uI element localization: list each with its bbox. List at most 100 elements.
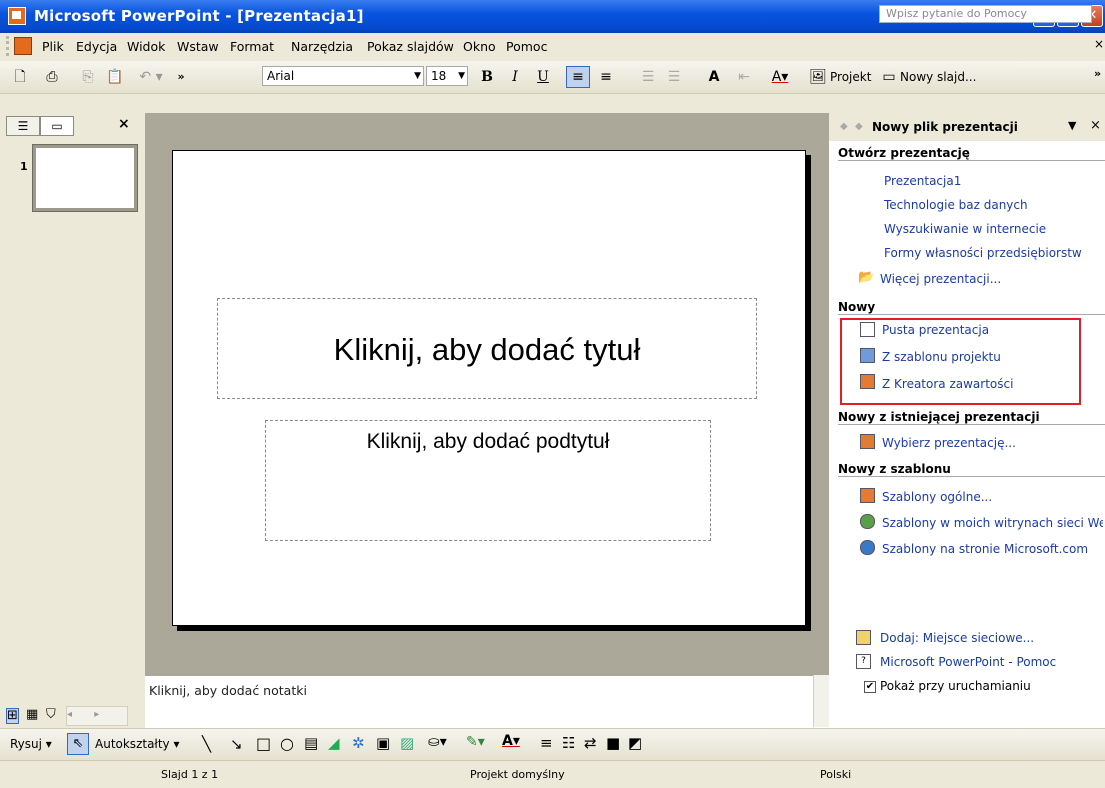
slideshow-view-icon[interactable]: ⛉ [46,708,56,722]
select-pointer-icon[interactable]: ⇖ [67,733,89,755]
normal-view-icon[interactable]: ⊞ [6,708,19,724]
recent-file-link[interactable]: Technologie baz danych [884,198,1028,212]
window-title: Microsoft PowerPoint - [Prezentacja1] [34,7,364,25]
task-pane-title[interactable]: Nowy plik prezentacji [872,120,1018,134]
menu-insert[interactable]: Wstaw [177,39,219,54]
picture-icon[interactable]: ▨ [400,734,414,752]
from-existing-section-heading: Nowy z istniejącej prezentacji [838,410,1105,425]
line-style-icon[interactable]: ≡ [540,734,553,752]
show-at-startup-checkbox[interactable]: ✔ [864,681,876,693]
slide-thumbnail[interactable] [32,144,138,212]
align-center-icon[interactable]: ≡ [596,67,616,87]
italic-button[interactable]: I [506,67,524,87]
help-search-input[interactable]: Wpisz pytanie do Pomocy [879,5,1092,23]
numbering-icon[interactable]: ☰ [638,67,658,87]
task-pane-close-icon[interactable]: × [1090,118,1101,133]
menu-bar [0,33,1105,62]
paste-icon[interactable]: 📋 [105,67,125,87]
choose-presentation-icon [860,434,875,449]
bold-button[interactable]: B [478,67,496,87]
arrow-icon[interactable]: ↘ [230,735,243,753]
dash-style-icon[interactable]: ☷ [562,734,575,752]
design-button[interactable]: Projekt [830,70,871,84]
decrease-indent-icon[interactable]: ⇤ [734,67,754,87]
font-color-icon[interactable]: A▾ [766,67,794,87]
toolbar-options-icon[interactable]: » [172,67,190,87]
add-network-place-link[interactable]: Dodaj: Miejsce sieciowe... [880,631,1034,645]
horizontal-scrollbar[interactable]: ◂ ▸ [66,706,128,726]
autoshapes-label: Autokształty [95,737,170,751]
menu-window[interactable]: Okno [463,39,496,54]
show-at-startup-label: Pokaż przy uruchamianiu [880,679,1031,693]
oval-icon[interactable]: ○ [280,734,294,753]
font-size-select[interactable]: 18 ▼ [426,66,468,86]
slide-sorter-icon[interactable]: ▦ [26,708,38,722]
draw-menu[interactable]: Rysuj ▾ [10,737,52,751]
menu-format[interactable]: Format [230,39,274,54]
tab-slides[interactable]: ▭ [40,116,74,136]
fill-color-icon[interactable]: ⛀▾ [428,734,447,750]
new-slide-button[interactable]: Nowy slajd... [900,70,976,84]
microsoft-com-templates-link[interactable]: Szablony na stronie Microsoft.com [882,542,1103,556]
menu-view[interactable]: Widok [127,39,165,54]
line-icon[interactable]: ╲ [202,735,211,753]
highlight-box [840,318,1081,405]
notes-scrollbar[interactable] [813,675,830,727]
recent-file-link[interactable]: Wyszukiwanie w internecie [884,222,1046,236]
font-select[interactable]: Arial ▼ [262,66,424,86]
3d-icon[interactable]: ◩ [628,734,642,752]
powerpoint-app-icon[interactable] [8,7,26,25]
clipart-icon[interactable]: ▣ [376,734,390,752]
close-document-icon[interactable]: × [1094,37,1104,51]
tab-outline[interactable]: ☰ [6,116,40,136]
document-icon[interactable] [14,37,32,55]
web-sites-templates-icon [860,514,875,529]
new-document-icon[interactable]: 🗋 [10,67,30,87]
underline-button[interactable]: U [534,67,552,87]
menu-slideshow[interactable]: Pokaz slajdów [367,39,454,54]
copy-icon[interactable]: ⎘ [78,67,98,87]
wordart-icon[interactable]: ◢ [328,734,340,752]
more-presentations-link[interactable]: Więcej prezentacji... [880,272,1001,286]
general-templates-link[interactable]: Szablony ogólne... [882,490,992,504]
arrow-style-icon[interactable]: ⇄ [584,734,597,752]
menu-file[interactable]: Plik [42,39,64,54]
folder-open-icon: 📂 [858,270,875,285]
subtitle-placeholder[interactable]: Kliknij, aby dodać podtytuł [265,420,711,541]
recent-file-link[interactable]: Formy własności przedsiębiorstw [884,246,1101,260]
textbox-icon[interactable]: ▤ [304,734,318,752]
choose-presentation-link[interactable]: Wybierz prezentację... [882,436,1016,450]
shadow-icon[interactable]: ■ [606,734,620,752]
bullets-icon[interactable]: ☰ [664,67,684,87]
print-icon[interactable]: ⎙ [42,67,62,87]
increase-font-icon[interactable]: A [704,67,724,87]
toolbar-options-icon[interactable]: » [1094,67,1101,80]
new-slide-icon[interactable]: ▭ [880,67,898,87]
menu-edit[interactable]: Edycja [76,39,117,54]
design-icon[interactable]: 🖼 [808,67,828,87]
menu-help[interactable]: Pomoc [506,39,547,54]
font-value: Arial [267,69,295,83]
diagram-icon[interactable]: ✲ [352,734,365,752]
close-pane-icon[interactable]: × [118,116,130,132]
drawing-font-color-icon[interactable]: A▾ [502,733,520,749]
rectangle-icon[interactable]: □ [256,734,271,753]
line-color-icon[interactable]: ✎▾ [466,734,485,750]
powerpoint-help-link[interactable]: Microsoft PowerPoint - Pomoc [880,655,1056,669]
web-sites-templates-link[interactable]: Szablony w moich witrynach sieci Web... [882,516,1103,530]
task-pane-dropdown-icon[interactable]: ▼ [1068,119,1076,132]
back-icon[interactable]: ◆ [840,121,848,132]
autoshapes-menu[interactable]: Autokształty ▾ [95,737,179,751]
notes-placeholder[interactable]: Kliknij, aby dodać notatki [149,683,307,698]
status-design: Projekt domyślny [470,768,565,781]
title-placeholder[interactable]: Kliknij, aby dodać tytuł [217,298,757,399]
recent-file-link[interactable]: Prezentacja1 [884,174,961,188]
help-icon: ? [856,654,871,669]
undo-icon[interactable]: ↶ ▾ [135,67,167,87]
menu-tools[interactable]: Narzędzia [291,39,353,54]
menu-grip[interactable] [6,36,13,56]
draw-label: Rysuj [10,737,42,751]
status-language: Polski [820,768,852,781]
align-left-icon[interactable]: ≡ [566,66,590,88]
forward-icon[interactable]: ◆ [855,121,863,132]
